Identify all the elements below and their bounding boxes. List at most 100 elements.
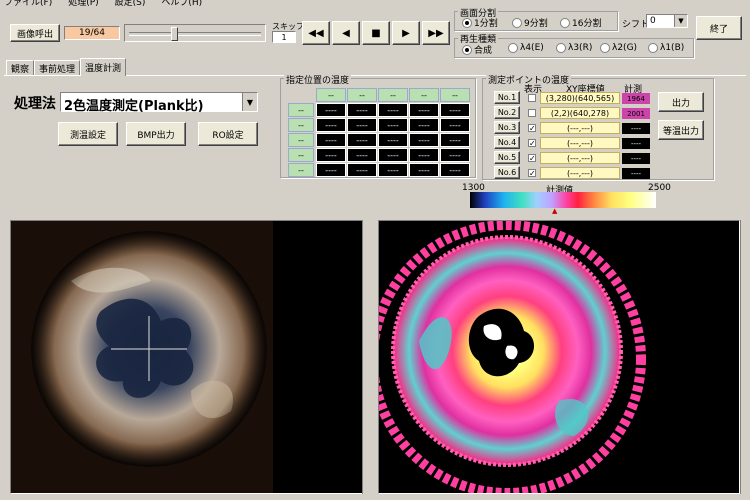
point-button-2[interactable]: No.2 [494, 106, 520, 119]
isotherm-output-button[interactable]: 等温出力 [658, 120, 704, 140]
stop-button[interactable]: ■ [362, 21, 390, 45]
temp-cell: ---- [378, 103, 408, 117]
temp-cell: ---- [440, 118, 470, 132]
xy-value-4: (---,---) [540, 137, 620, 149]
temp-cell: ---- [440, 148, 470, 162]
show-checkbox-6[interactable]: ✓ [528, 169, 536, 178]
temp-cell: ---- [316, 163, 346, 177]
thermal-image-scrollbar[interactable] [740, 220, 749, 494]
position-temp-label: 指定位置の温度 [284, 73, 352, 86]
measure-settings-button[interactable]: 測温設定 [58, 122, 118, 146]
bmp-output-button[interactable]: BMP出力 [126, 122, 186, 146]
temp-cell: ---- [347, 118, 377, 132]
step-back-button[interactable]: ◀ [332, 21, 360, 45]
temp-cell: ---- [316, 148, 346, 162]
chevron-down-icon[interactable]: ▼ [242, 93, 257, 111]
method-label: 処理法 [14, 96, 56, 112]
point-button-4[interactable]: No.4 [494, 136, 520, 149]
raw-image-panel [10, 220, 372, 494]
playback-option-composite[interactable]: 合成 [462, 43, 492, 56]
show-checkbox-4[interactable]: ✓ [528, 139, 536, 148]
row-header: -- [288, 163, 314, 177]
exit-button[interactable]: 終了 [696, 16, 742, 40]
temp-cell: ---- [378, 133, 408, 147]
tab-observe[interactable]: 観察 [6, 60, 35, 75]
playback-option-l4[interactable]: λ4(E) [508, 43, 544, 53]
row-header: -- [288, 103, 314, 117]
radio-icon [648, 43, 658, 53]
temp-cell: ---- [316, 133, 346, 147]
measure-value-1: 1964 [622, 93, 650, 104]
thermal-image [368, 220, 739, 498]
show-checkbox-5[interactable]: ✓ [528, 154, 536, 163]
xy-value-1: (3,280)(640,565) [540, 92, 620, 104]
skip-input[interactable]: 1 [272, 31, 296, 43]
measure-value-4: ---- [622, 138, 650, 149]
temp-cell: ---- [378, 148, 408, 162]
temp-cell: ---- [316, 118, 346, 132]
radio-icon [512, 17, 522, 28]
shift-label: シフト [622, 20, 650, 30]
load-image-button[interactable]: 画像呼出 [10, 24, 60, 42]
menu-file[interactable]: ファイル(F) [4, 0, 52, 8]
tab-preprocess[interactable]: 事前処理 [34, 60, 81, 75]
row-header: -- [288, 148, 314, 162]
menu-help[interactable]: ヘルプ(H) [161, 0, 202, 8]
fast-forward-button[interactable]: ▶▶ [422, 21, 450, 45]
temp-cell: ---- [440, 103, 470, 117]
xy-value-6: (---,---) [540, 167, 620, 179]
playback-option-l3[interactable]: λ3(R) [556, 43, 592, 53]
point-button-3[interactable]: No.3 [494, 121, 520, 134]
temp-cell: ---- [409, 118, 439, 132]
col-header: -- [440, 88, 470, 102]
col-header: -- [409, 88, 439, 102]
menu-process[interactable]: 処理(P) [68, 0, 98, 8]
temp-cell: ---- [440, 133, 470, 147]
point-button-1[interactable]: No.1 [494, 91, 520, 104]
rewind-button[interactable]: ◀◀ [302, 21, 330, 45]
radio-icon [508, 43, 518, 53]
show-checkbox-3[interactable]: ✓ [528, 124, 536, 133]
raw-image-scrollbar[interactable] [362, 220, 373, 494]
temp-cell: ---- [378, 163, 408, 177]
radio-icon [556, 43, 566, 53]
radio-icon [560, 17, 570, 28]
temp-cell: ---- [347, 163, 377, 177]
output-button[interactable]: 出力 [658, 92, 704, 112]
show-checkbox-1[interactable] [528, 94, 536, 102]
measure-value-5: ---- [622, 153, 650, 164]
temp-cell: ---- [347, 103, 377, 117]
shift-select[interactable]: 0 ▼ [646, 14, 688, 28]
frame-slider[interactable] [124, 24, 266, 42]
menu-bar: ファイル(F) 処理(P) 設定(S) ヘルプ(H) [0, 0, 750, 9]
split-option-16[interactable]: 16分割 [560, 16, 601, 29]
chevron-down-icon[interactable]: ▼ [674, 15, 687, 27]
point-button-6[interactable]: No.6 [494, 166, 520, 179]
measure-value-3: ---- [622, 123, 650, 134]
frame-counter: 19/64 [64, 26, 120, 40]
slider-thumb[interactable] [171, 27, 178, 41]
split-option-1[interactable]: 1分割 [462, 16, 498, 29]
xy-value-2: (2,2)(640,278) [540, 107, 620, 119]
play-button[interactable]: ▶ [392, 21, 420, 45]
show-checkbox-2[interactable] [528, 109, 536, 117]
col-header: -- [378, 88, 408, 102]
method-select[interactable]: 2色温度測定(Plank比) ▼ [60, 92, 258, 114]
temp-cell: ---- [409, 133, 439, 147]
col-header: -- [347, 88, 377, 102]
xy-value-3: (---,---) [540, 122, 620, 134]
row-header: -- [288, 118, 314, 132]
temp-cell: ---- [378, 118, 408, 132]
ro-settings-button[interactable]: RO設定 [198, 122, 258, 146]
colorbar-marker-icon: ▲ [552, 207, 558, 215]
temp-cell: ---- [409, 148, 439, 162]
playback-option-l1[interactable]: λ1(B) [648, 43, 684, 53]
menu-settings[interactable]: 設定(S) [115, 0, 146, 8]
playback-option-l2[interactable]: λ2(G) [600, 43, 637, 53]
row-header: -- [288, 133, 314, 147]
point-button-5[interactable]: No.5 [494, 151, 520, 164]
tab-temperature[interactable]: 温度計測 [80, 58, 127, 76]
radio-icon [462, 17, 472, 28]
split-option-9[interactable]: 9分割 [512, 16, 548, 29]
temp-cell: ---- [347, 148, 377, 162]
